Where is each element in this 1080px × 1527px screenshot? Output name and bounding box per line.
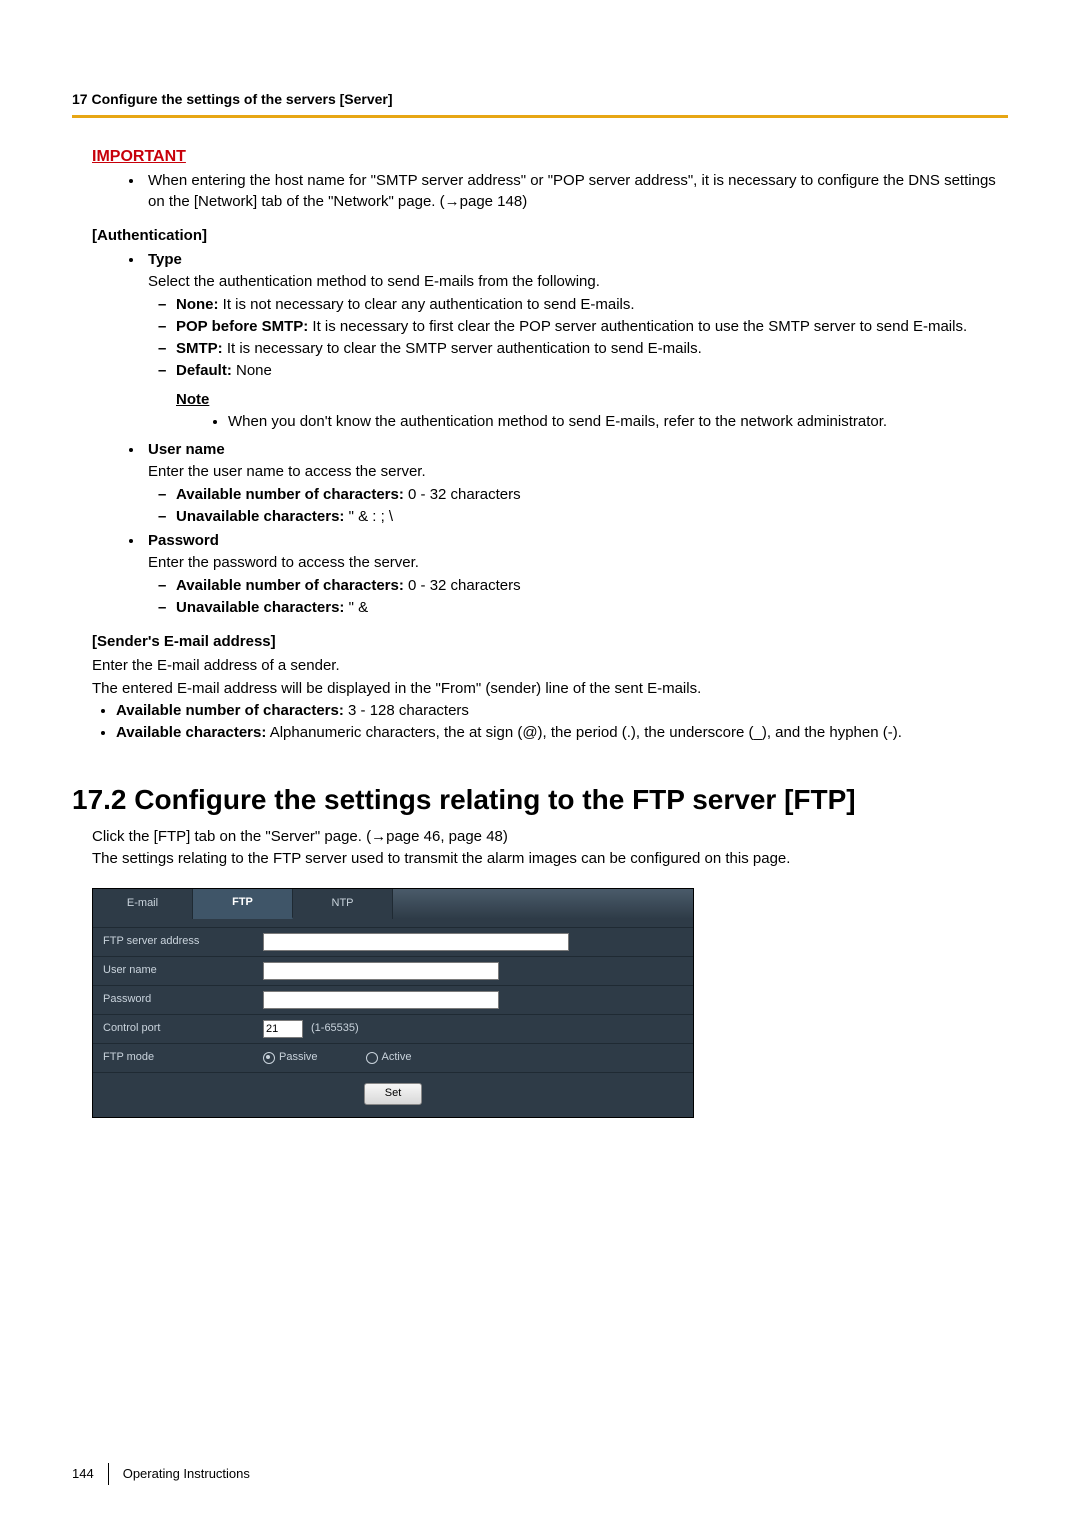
auth-smtp: SMTP: It is necessary to clear the SMTP … xyxy=(176,339,1008,359)
auth-type: Type Select the authentication method to… xyxy=(144,250,1008,432)
auth-user-details: Available number of characters: 0 - 32 c… xyxy=(148,485,1008,528)
note-item: When you don't know the authentication m… xyxy=(228,412,1008,432)
ftp-footer: Set xyxy=(93,1072,693,1117)
auth-password: Password Enter the password to access th… xyxy=(144,531,1008,618)
auth-user-desc: Enter the user name to access the server… xyxy=(148,462,1008,482)
row-ftp-mode: FTP mode Passive Active xyxy=(93,1043,693,1072)
important-heading: IMPORTANT xyxy=(92,146,1008,168)
hint-port-range: (1-65535) xyxy=(311,1021,359,1036)
section-17-2-heading: 17.2 Configure the settings relating to … xyxy=(72,783,1008,817)
ftp-config-panel: E-mail FTP NTP FTP server address User n… xyxy=(92,888,694,1118)
label-ftp-mode: FTP mode xyxy=(103,1050,263,1065)
radio-dot-icon xyxy=(263,1052,275,1064)
footer-text: Operating Instructions xyxy=(109,1465,250,1483)
radio-passive[interactable]: Passive xyxy=(263,1050,318,1065)
auth-pass-label: Password xyxy=(148,532,219,549)
sender-list: Available number of characters: 3 - 128 … xyxy=(92,701,1008,744)
label-password: Password xyxy=(103,992,263,1007)
ftp-intro-p1: Click the [FTP] tab on the "Server" page… xyxy=(92,827,1008,847)
ftp-body: FTP server address User name Password Co… xyxy=(93,919,693,1117)
radio-dot-icon xyxy=(366,1052,378,1064)
radio-active[interactable]: Active xyxy=(366,1050,412,1065)
input-control-port[interactable] xyxy=(263,1020,303,1038)
row-password: Password xyxy=(93,985,693,1014)
auth-user-avail: Available number of characters: 0 - 32 c… xyxy=(176,485,1008,505)
label-control-port: Control port xyxy=(103,1021,263,1036)
auth-none: None: It is not necessary to clear any a… xyxy=(176,295,1008,315)
row-control-port: Control port (1-65535) xyxy=(93,1014,693,1043)
page-footer: 144 Operating Instructions xyxy=(72,1463,250,1485)
page-number: 144 xyxy=(72,1463,109,1485)
auth-default: Default: None xyxy=(176,361,1008,381)
auth-pop: POP before SMTP: It is necessary to firs… xyxy=(176,317,1008,337)
header-rule xyxy=(72,115,1008,118)
running-header: 17 Configure the settings of the servers… xyxy=(72,90,1008,109)
auth-pass-unavail: Unavailable characters: " & xyxy=(176,598,1008,618)
auth-username: User name Enter the user name to access … xyxy=(144,440,1008,527)
tab-email[interactable]: E-mail xyxy=(93,889,193,919)
input-username[interactable] xyxy=(263,962,499,980)
auth-type-label: Type xyxy=(148,251,182,268)
row-username: User name xyxy=(93,956,693,985)
auth-type-options: None: It is not necessary to clear any a… xyxy=(148,295,1008,382)
auth-pass-desc: Enter the password to access the server. xyxy=(148,553,1008,573)
auth-type-desc: Select the authentication method to send… xyxy=(148,272,1008,292)
important-item: When entering the host name for "SMTP se… xyxy=(144,171,1008,212)
sender-heading: [Sender's E-mail address] xyxy=(92,632,1008,652)
tab-ftp[interactable]: FTP xyxy=(193,889,293,919)
input-password[interactable] xyxy=(263,991,499,1009)
auth-user-unavail: Unavailable characters: " & : ; \ xyxy=(176,507,1008,527)
note-list: When you don't know the authentication m… xyxy=(148,412,1008,432)
label-ftp-address: FTP server address xyxy=(103,934,263,949)
set-button[interactable]: Set xyxy=(364,1083,422,1105)
auth-user-label: User name xyxy=(148,441,225,458)
sender-p2: The entered E-mail address will be displ… xyxy=(92,679,1008,699)
ftp-tabs: E-mail FTP NTP xyxy=(93,889,693,919)
row-ftp-address: FTP server address xyxy=(93,927,693,956)
ftp-intro-p2: The settings relating to the FTP server … xyxy=(92,849,1008,869)
auth-list: Type Select the authentication method to… xyxy=(92,250,1008,618)
auth-pass-details: Available number of characters: 0 - 32 c… xyxy=(148,576,1008,619)
input-ftp-address[interactable] xyxy=(263,933,569,951)
auth-heading: [Authentication] xyxy=(92,226,1008,246)
auth-pass-avail: Available number of characters: 0 - 32 c… xyxy=(176,576,1008,596)
sender-avail-set: Available characters: Alphanumeric chara… xyxy=(116,723,1008,743)
sender-p1: Enter the E-mail address of a sender. xyxy=(92,656,1008,676)
label-username: User name xyxy=(103,963,263,978)
important-list: When entering the host name for "SMTP se… xyxy=(92,171,1008,212)
tab-ntp[interactable]: NTP xyxy=(293,889,393,919)
tab-filler xyxy=(393,889,693,919)
sender-avail-chars: Available number of characters: 3 - 128 … xyxy=(116,701,1008,721)
note-heading: Note xyxy=(176,390,1008,410)
